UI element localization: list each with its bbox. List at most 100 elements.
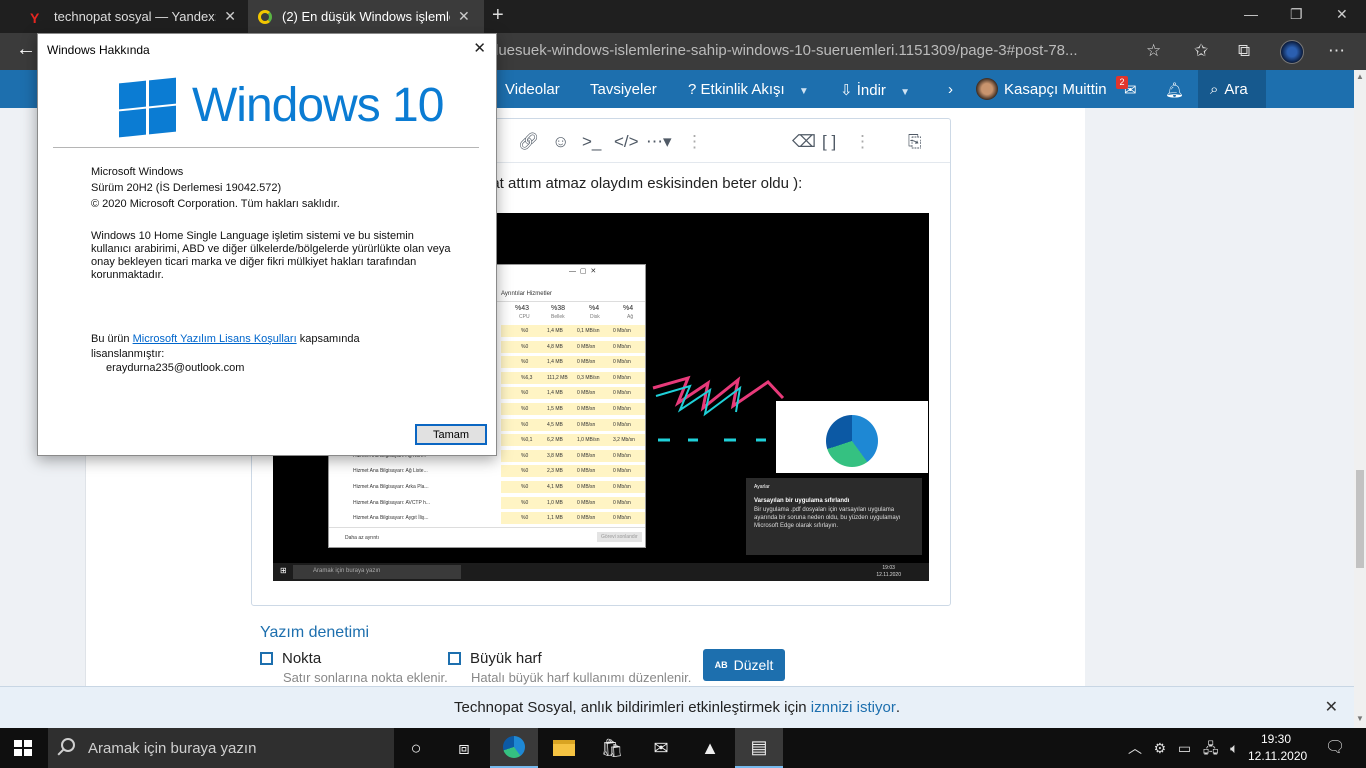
editor-text: hat attım atmaz olaydım eskisinden beter… [483, 175, 803, 192]
tm-cell-mem: 3,8 MB [547, 452, 563, 459]
notice-permission-link[interactable]: iznnizi istiyor [811, 699, 896, 716]
clock-date: 12.11.2020 [1248, 749, 1308, 763]
more-insert-icon[interactable]: ⋯▾ [646, 132, 672, 152]
taskbar-clock[interactable]: 19:30 12.11.2020 [1248, 731, 1308, 765]
more-options-icon[interactable]: ⋯ [1328, 41, 1345, 61]
photos-icon[interactable]: ▲ [686, 728, 734, 768]
favorites-list-icon[interactable]: ✩ [1194, 41, 1208, 61]
collections-icon[interactable]: ⧉ [1238, 41, 1250, 61]
close-icon[interactable]: ✕ [473, 39, 486, 57]
favorite-star-icon[interactable]: ☆ [1146, 41, 1161, 61]
nav-etkinlik-akisi[interactable]: ? Etkinlik Akışı ▼ [688, 81, 809, 98]
tm-cell-disk: 0 MB/sn [577, 406, 596, 412]
spellcheck-title: Yazım denetimi [260, 624, 370, 641]
mail-icon[interactable]: ✉ [637, 728, 685, 768]
close-icon[interactable]: ✕ [1325, 697, 1338, 717]
tm-cell-disk: 0 MB/sn [577, 343, 596, 350]
browser-tab-technopat-search[interactable]: Y technopat sosyal — Yandex: 262 ✕ [20, 0, 246, 33]
checkbox[interactable] [448, 652, 461, 665]
security-icon[interactable]: ⚙︎ [1154, 740, 1167, 756]
nav-search-button[interactable]: ⌕ Ara [1198, 70, 1266, 108]
link-icon[interactable]: 🔗︎ [518, 132, 540, 152]
file-explorer-icon[interactable] [540, 728, 588, 768]
tm-cell-disk: 1,0 MB/sn [577, 437, 600, 444]
tm-cell-net: 3,2 Mb/sn [613, 437, 635, 444]
tm-cell-cpu: %0 [521, 484, 529, 490]
chevron-up-icon[interactable]: ︿ [1128, 740, 1142, 756]
action-center-icon[interactable]: 🗨︎ [1325, 737, 1345, 757]
tm-process-row: Hizmet Ana Bilgisayarı: AVCTP h... %0 1,0 … [329, 496, 645, 509]
maximize-icon[interactable]: ❐ [1290, 6, 1303, 23]
tm-cell-net: 0 Mb/sn [613, 452, 631, 459]
nav-user-menu[interactable]: Kasapçı Muittin [972, 70, 1112, 108]
tm-cell-cpu: %0 [521, 390, 529, 397]
user-name: Kasapçı Muittin [1004, 80, 1107, 98]
tm-cell-disk: 0,1 MB/sn [577, 328, 600, 334]
chevron-right-icon[interactable]: › [948, 81, 953, 98]
nav-label: Etkinlik Akışı [700, 81, 785, 98]
dialog-title: Windows Hakkında [47, 43, 150, 57]
dialog-titlebar: Windows Hakkında ✕ [38, 34, 496, 64]
tm-process-row: Hizmet Ana Bilgisayarı: Aygıt İliş... %0 1… [329, 512, 645, 525]
task-view-icon[interactable]: ⧈ [440, 728, 488, 768]
nav-indir[interactable]: ⇩ İndir ▼ [840, 81, 910, 99]
browser-tab-active[interactable]: (2) En düşük Windows işlemlerine ✕ [248, 0, 484, 33]
scroll-down-icon[interactable]: ▼ [1356, 714, 1364, 723]
toolbar-separator-icon: ⋮ [686, 132, 703, 151]
battery-icon[interactable]: ▭ [1178, 740, 1191, 756]
tm-cell-cpu: %0 [521, 343, 529, 350]
tm-cell-net: 0 Mb/sn [613, 468, 631, 475]
scroll-up-icon[interactable]: ▲ [1356, 72, 1364, 81]
back-arrow-icon[interactable]: ← [16, 38, 36, 61]
option-buyuk-harf[interactable]: Büyük harf [448, 650, 542, 667]
volume-icon[interactable]: 🔈︎ [1230, 740, 1238, 756]
notice-end: . [895, 699, 900, 716]
taskbar-search-box[interactable]: Aramak için buraya yazın [48, 728, 394, 768]
smiley-icon[interactable]: ☺ [552, 132, 569, 152]
close-tab-icon[interactable]: ✕ [458, 8, 470, 25]
tm-cell-mem: 2,3 MB [547, 468, 563, 475]
tm-cell-net: 0 Mb/sn [613, 515, 631, 522]
cortana-icon[interactable]: ○ [392, 728, 440, 768]
minimize-icon[interactable]: — [1244, 6, 1258, 22]
bell-icon[interactable]: 🔔︎ [1165, 81, 1184, 99]
scroll-thumb[interactable] [1356, 470, 1364, 568]
network-icon[interactable]: 🖧︎ [1203, 740, 1219, 756]
tm-cell-net: 0 Mb/sn [613, 390, 631, 397]
option-nokta[interactable]: Nokta [260, 650, 321, 667]
tm-cell-mem: 6,2 MB [547, 437, 563, 444]
eraser-icon[interactable]: ⌫ [792, 132, 816, 152]
legal-paragraph: Windows 10 Home Single Language işletim … [91, 230, 451, 281]
tm-cell-mem: 4,8 MB [547, 343, 563, 350]
chevron-down-icon[interactable]: ▼ [799, 86, 809, 97]
nav-videolar[interactable]: Videolar [505, 81, 560, 98]
page-scrollbar[interactable]: ▲ ▼ [1354, 70, 1366, 728]
preview-icon[interactable]: ⎘ [908, 132, 922, 152]
tm-cell-net: 0 Mb/sn [613, 406, 631, 412]
brackets-icon[interactable]: [ ] [822, 132, 836, 152]
chevron-down-icon[interactable]: ▼ [900, 87, 910, 98]
close-window-icon[interactable]: ✕ [1336, 6, 1348, 23]
code-prompt-icon[interactable]: >_ [582, 132, 601, 152]
fix-button[interactable]: AB Düzelt [703, 649, 785, 681]
tm-cell-disk: 0,3 MB/sn [577, 374, 600, 381]
spellcheck-panel: Yazım denetimi Nokta Satır sonlarına nok… [260, 624, 820, 686]
windows-start-icon[interactable] [14, 740, 32, 756]
tm-cell-disk: 0 MB/sn [577, 390, 596, 397]
store-icon[interactable]: 🛍︎ [588, 728, 636, 768]
profile-avatar[interactable] [1280, 40, 1304, 64]
close-tab-icon[interactable]: ✕ [224, 8, 236, 25]
nav-tavsiyeler[interactable]: Tavsiyeler [590, 81, 657, 98]
edge-browser-icon[interactable] [490, 728, 538, 768]
license-terms-link[interactable]: Microsoft Yazılım Lisans Koşulları [133, 333, 297, 345]
code-icon[interactable]: </> [614, 132, 639, 152]
new-tab-plus-icon[interactable]: + [492, 4, 504, 27]
winver-app-icon[interactable]: ▤ [735, 728, 783, 768]
tm-cell-cpu: %6,3 [521, 374, 533, 381]
system-tray[interactable]: ︿ ⚙︎ ▭ 🖧︎ 🔈︎ [1128, 738, 1239, 762]
checkbox[interactable] [260, 652, 273, 665]
fix-label: Düzelt [733, 657, 774, 673]
url-field[interactable]: duesuek-windows-islemlerine-sahip-window… [490, 42, 1078, 59]
tm-cell-name: Hizmet Ana Bilgisayarı: Arka Pla... [353, 484, 429, 490]
ok-button[interactable]: Tamam [415, 424, 487, 445]
